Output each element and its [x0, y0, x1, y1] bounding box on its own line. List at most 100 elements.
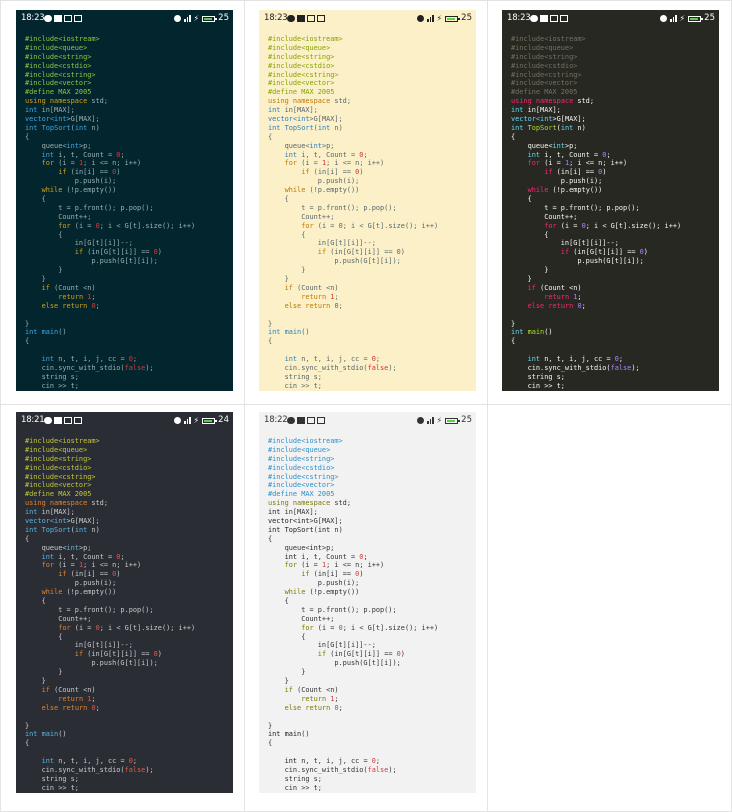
code-line: #define MAX 2005: [25, 88, 229, 97]
code-token: int: [284, 552, 298, 561]
code-token: p.push(i);: [268, 177, 360, 186]
code-line: #define MAX 2005: [268, 88, 472, 97]
status-icons: ⚡ 24: [174, 412, 229, 429]
image-icon: [550, 15, 558, 22]
code-token: n): [330, 123, 343, 132]
code-token: int: [540, 115, 553, 124]
code-line: p.push(G[t][i]);: [25, 257, 229, 266]
code-editor[interactable]: #include<iostream> #include<queue> #includ…: [268, 437, 472, 793]
code-token: #include<cstdio>: [25, 61, 92, 70]
code-token: (Count <n): [292, 685, 339, 694]
code-token: (i =: [297, 159, 322, 168]
code-editor[interactable]: #include<iostream> #include<queue> #includ…: [511, 35, 715, 391]
code-token: p.push(G[t][i]);: [268, 257, 401, 266]
code-token: ;: [338, 703, 343, 712]
code-token: {: [268, 195, 289, 204]
code-line: t = p.front(); p.pop();: [268, 204, 472, 213]
code-line: }: [511, 266, 715, 275]
code-token: in[G[t][i]]--;: [511, 239, 619, 248]
code-line: else return 0;: [268, 302, 472, 311]
code-token: queue<: [25, 543, 67, 552]
code-token: (in[G[t][i]] ==: [326, 650, 397, 659]
code-editor[interactable]: #include<iostream> #include<queue> #includ…: [25, 35, 229, 391]
code-token: while: [41, 186, 63, 195]
code-line: }: [268, 266, 472, 275]
code-token: #define MAX 2005: [268, 490, 335, 499]
code-line: vector<int>G[MAX];: [268, 517, 472, 526]
code-token: cin.sync_with_stdio(: [268, 363, 368, 372]
code-editor[interactable]: #include<iostream> #include<queue> #includ…: [268, 35, 472, 391]
code-token: (in[G[t][i]] ==: [326, 248, 397, 257]
chat-bubble-icon: [44, 15, 52, 22]
code-line: queue<int>p;: [268, 544, 472, 553]
code-line: int TopSort(int n): [511, 124, 715, 133]
code-line: {: [268, 231, 472, 240]
code-token: while: [41, 588, 63, 597]
code-line: in[G[t][i]]--;: [268, 641, 472, 650]
code-line: for (i = 1; i <= n; i++): [268, 561, 472, 570]
code-line: #include<string>: [511, 53, 715, 62]
code-line: while (!p.empty()): [25, 186, 229, 195]
code-token: ): [602, 168, 607, 177]
code-token: #define MAX 2005: [25, 490, 92, 499]
code-token: int: [268, 525, 281, 534]
code-token: ; i <= n; i++): [569, 159, 628, 168]
code-line: {: [268, 535, 472, 544]
code-line: cin >> t;: [268, 784, 472, 793]
code-token: >p;: [78, 543, 92, 552]
code-line: Count++;: [25, 615, 229, 624]
code-token: ;: [618, 355, 624, 364]
code-line: int main(): [25, 328, 229, 337]
code-line: cin.sync_with_stdio(false);: [25, 766, 229, 775]
code-token: main: [41, 328, 59, 337]
signal-icon: [427, 15, 434, 22]
gallery-icon: [74, 417, 82, 424]
code-token: for: [41, 561, 55, 570]
code-line: #include<iostream>: [511, 35, 715, 44]
code-token: Count++;: [268, 614, 335, 623]
message-icon: [54, 15, 62, 22]
code-token: #include<cstdio>: [25, 463, 92, 472]
code-token: n, t, i, j, cc =: [297, 757, 372, 766]
code-token: return: [58, 292, 84, 301]
code-token: queue<: [511, 141, 553, 150]
code-token: if: [41, 283, 50, 292]
code-line: int in[MAX];: [25, 106, 229, 115]
code-token: ): [359, 168, 364, 177]
code-token: }: [25, 266, 63, 275]
code-token: int: [527, 150, 541, 159]
alarm-icon: [174, 417, 182, 424]
code-token: string s;: [268, 372, 322, 381]
code-line: }: [268, 668, 472, 677]
status-icons: ⚡ 25: [660, 10, 715, 27]
code-line: int main(): [511, 328, 715, 337]
code-token: p.push(i);: [25, 177, 117, 186]
code-line: #include<queue>: [268, 446, 472, 455]
code-token: ): [157, 650, 162, 659]
code-line: #define MAX 2005: [268, 490, 472, 499]
code-editor[interactable]: #include<iostream> #include<queue> #includ…: [25, 437, 229, 793]
code-token: std;: [330, 499, 351, 508]
code-line: p.push(i);: [25, 579, 229, 588]
alarm-icon: [660, 15, 668, 22]
code-line: }: [25, 722, 229, 731]
code-token: int: [309, 141, 322, 150]
code-token: {: [511, 337, 516, 346]
code-token: #include<iostream>: [268, 35, 343, 43]
code-token: i, t, Count =: [54, 552, 117, 561]
status-time: 18:21: [21, 415, 45, 425]
code-token: #include<cstdio>: [511, 61, 578, 70]
code-token: int: [66, 543, 79, 552]
